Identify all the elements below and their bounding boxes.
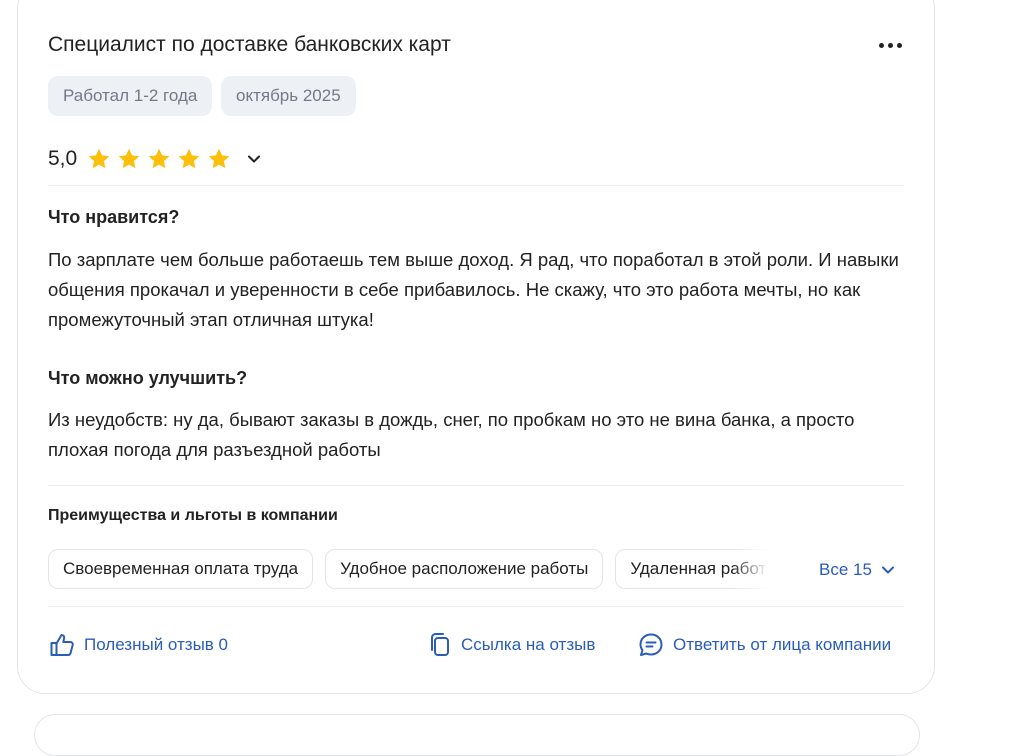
benefit-chip: Удобное расположение работы [325,549,604,589]
review-title: Специалист по доставке банковских карт [48,33,451,56]
thumbs-up-icon [50,634,74,656]
star-icon [208,148,230,169]
reply-as-company-button[interactable]: Ответить от лица компании [637,631,891,659]
helpful-review-label: Полезный отзыв 0 [84,635,229,654]
benefits-heading: Преимущества и льготы в компании [48,507,338,524]
more-options-button[interactable] [872,34,908,56]
copy-link-icon [431,633,449,656]
review-link-button[interactable]: Ссылка на отзыв [427,631,595,659]
cons-heading: Что можно улучшить? [48,368,248,388]
rating-stars [87,147,231,171]
rating-value: 5,0 [48,147,78,170]
review-link-label: Ссылка на отзыв [461,635,596,654]
rating-row: 5,0 [48,144,265,174]
show-all-label: Все 15 [819,560,872,579]
star-icon [148,148,170,169]
benefit-chip: Удаленная работа [615,549,768,589]
chat-bubble-icon [639,633,663,656]
reply-as-company-label: Ответить от лица компании [673,635,892,654]
chevron-down-icon [248,155,261,163]
experience-tag: Работал 1-2 года [48,76,213,116]
chevron-down-icon [881,566,894,574]
next-review-card [34,714,920,756]
show-all-benefits-button[interactable]: Все 15 [819,557,896,583]
cons-text: Из неудобств: ну да, бывают заказы в дож… [48,409,855,460]
rating-details-toggle[interactable] [243,148,265,170]
divider [48,185,904,186]
divider [48,485,904,486]
pros-text: По зарплате чем больше работаешь тем выш… [48,249,899,330]
helpful-review-button[interactable]: Полезный отзыв 0 [48,631,228,659]
benefit-chip: Своевременная оплата труда [48,549,314,589]
date-tag: октябрь 2025 [221,76,356,116]
divider [48,606,904,607]
pros-heading: Что нравится? [48,207,180,227]
star-icon [118,148,140,169]
benefits-list: Своевременная оплата труда Удобное распо… [48,549,768,589]
star-icon [88,148,110,169]
more-horizontal-icon [878,42,902,48]
star-icon [178,148,200,169]
